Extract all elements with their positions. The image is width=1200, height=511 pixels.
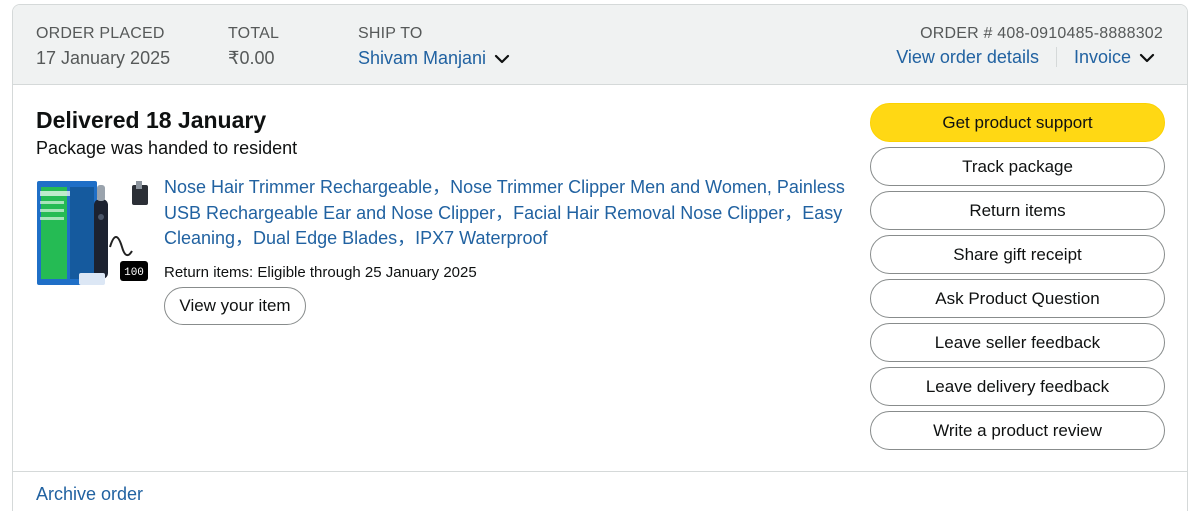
product-thumbnail[interactable]: 100 <box>36 177 151 289</box>
ship-to-name: Shivam Manjani <box>358 48 487 68</box>
share-gift-receipt-button[interactable]: Share gift receipt <box>870 235 1165 274</box>
ship-to-dropdown[interactable]: Shivam Manjani <box>358 46 512 70</box>
invoice-dropdown[interactable]: Invoice <box>1074 45 1157 69</box>
link-divider <box>1055 47 1057 67</box>
total-label: TOTAL <box>228 25 280 42</box>
delivery-status-subtitle: Package was handed to resident <box>36 138 298 158</box>
thumbnail-display-readout: 100 <box>124 267 144 279</box>
leave-seller-feedback-button[interactable]: Leave seller feedback <box>870 323 1165 362</box>
order-placed-label: ORDER PLACED <box>36 25 165 42</box>
order-links: View order details Invoice <box>896 45 1157 69</box>
footer-divider <box>13 471 1187 472</box>
view-order-details-link[interactable]: View order details <box>896 45 1039 69</box>
ship-to-block: SHIP TO Shivam Manjani <box>358 24 512 70</box>
invoice-label: Invoice <box>1073 47 1131 67</box>
return-eligibility-note: Return items: Eligible through 25 Januar… <box>164 264 477 281</box>
product-title-link[interactable]: Nose Hair Trimmer Rechargeable，Nose Trim… <box>164 175 854 252</box>
track-package-button[interactable]: Track package <box>870 147 1165 186</box>
chevron-down-icon <box>1139 54 1155 63</box>
delivery-status-title: Delivered 18 January <box>36 107 267 133</box>
view-your-item-button[interactable]: View your item <box>164 287 306 325</box>
order-card: ORDER PLACED 17 January 2025 TOTAL ₹0.00… <box>12 4 1188 511</box>
ask-product-question-button[interactable]: Ask Product Question <box>870 279 1165 318</box>
order-total-block: TOTAL ₹0.00 <box>228 24 279 70</box>
archive-order-link[interactable]: Archive order <box>36 482 143 506</box>
order-number: ORDER # 408-0910485-8888302 <box>920 25 1163 42</box>
leave-delivery-feedback-button[interactable]: Leave delivery feedback <box>870 367 1165 406</box>
order-placed-block: ORDER PLACED 17 January 2025 <box>36 24 170 70</box>
chevron-down-icon <box>494 55 510 64</box>
order-placed-date: 17 January 2025 <box>36 48 171 68</box>
order-header: ORDER PLACED 17 January 2025 TOTAL ₹0.00… <box>13 5 1187 85</box>
return-items-button[interactable]: Return items <box>870 191 1165 230</box>
get-product-support-button[interactable]: Get product support <box>870 103 1165 142</box>
ship-to-label: SHIP TO <box>358 25 423 42</box>
total-value: ₹0.00 <box>228 48 275 68</box>
write-product-review-button[interactable]: Write a product review <box>870 411 1165 450</box>
